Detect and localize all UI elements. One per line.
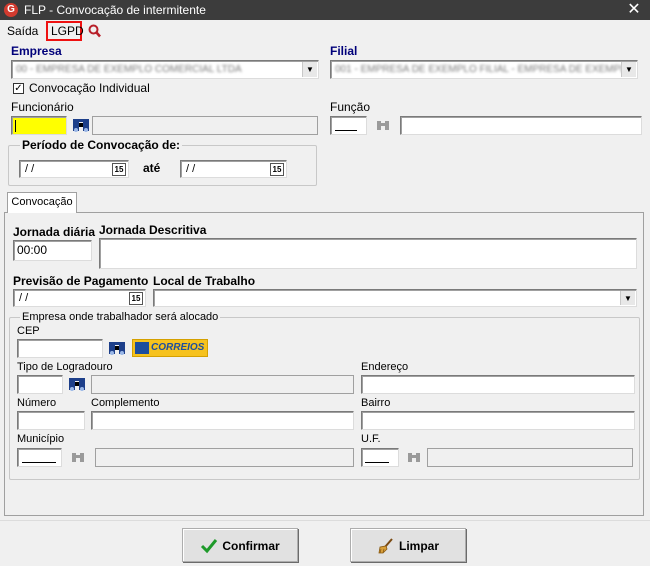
title-bar: G FLP - Convocação de intermitente ✕ [0, 0, 650, 20]
binoculars-icon[interactable] [68, 377, 86, 393]
chevron-down-icon[interactable]: ▼ [621, 62, 636, 77]
complemento-label: Complemento [91, 397, 160, 409]
menu-item-saida[interactable]: Saída [7, 24, 38, 38]
search-icon[interactable] [88, 24, 101, 38]
previsao-value: / / [19, 292, 29, 304]
filial-select[interactable]: 001 - EMPRESA DE EXEMPLO FILIAL - EMPRES… [330, 60, 638, 79]
limpar-button[interactable]: Limpar [350, 528, 466, 562]
calendar-icon[interactable]: 15 [129, 292, 143, 305]
text-cursor [15, 120, 16, 132]
correios-button[interactable]: CORREIOS [132, 339, 208, 357]
broom-icon [378, 538, 393, 554]
periodo-to-input[interactable]: / / 15 [180, 160, 287, 178]
jornada-diaria-input[interactable]: 00:00 [13, 240, 92, 261]
municipio-display [95, 448, 354, 467]
filial-label: Filial [330, 44, 358, 58]
limpar-label: Limpar [398, 538, 439, 553]
bairro-label: Bairro [361, 397, 391, 409]
window-title: FLP - Convocação de intermitente [24, 3, 206, 17]
chevron-down-icon[interactable]: ▼ [620, 291, 635, 305]
complemento-input[interactable] [91, 411, 354, 430]
app-logo-icon: G [4, 3, 18, 17]
binoculars-icon[interactable] [72, 118, 90, 134]
uf-code-input[interactable] [361, 448, 399, 467]
filial-value: 001 - EMPRESA DE EXEMPLO FILIAL - EMPRES… [335, 64, 634, 75]
tab-convocacao[interactable]: Convocação [7, 192, 77, 213]
cep-input[interactable] [17, 339, 103, 358]
check-icon [201, 538, 218, 554]
empresa-label: Empresa [11, 44, 62, 58]
correios-logo-icon [135, 342, 149, 354]
calendar-icon[interactable]: 15 [112, 163, 126, 176]
funcao-code-input[interactable] [330, 116, 367, 135]
previsao-label: Previsão de Pagamento [13, 274, 149, 288]
numero-label: Número [17, 397, 57, 409]
empresa-select[interactable]: 00 - EMPRESA DE EXEMPLO COMERCIAL LTDA ▼ [11, 60, 319, 79]
periodo-from-input[interactable]: / / 15 [19, 160, 129, 178]
bairro-input[interactable] [361, 411, 635, 430]
funcao-name-display [400, 116, 642, 135]
binoculars-icon[interactable] [108, 341, 126, 357]
periodo-ate-label: até [143, 161, 161, 175]
close-icon[interactable]: ✕ [624, 0, 644, 20]
correios-label: CORREIOS [151, 342, 205, 353]
funcao-label: Função [330, 100, 371, 114]
uf-display [427, 448, 633, 467]
funcionario-code-input[interactable] [11, 116, 67, 135]
tipo-logradouro-input[interactable] [17, 375, 63, 394]
jornada-diaria-value: 00:00 [17, 243, 48, 257]
endereco-input[interactable] [361, 375, 635, 394]
funcionario-name-display [92, 116, 318, 135]
bottom-bar [0, 520, 650, 566]
calendar-icon[interactable]: 15 [270, 163, 284, 176]
jornada-descritiva-label: Jornada Descritiva [99, 223, 207, 237]
municipio-label: Município [17, 433, 65, 445]
alocacao-title: Empresa onde trabalhador será alocado [20, 311, 221, 324]
chevron-down-icon[interactable]: ▼ [302, 62, 317, 77]
tipo-logradouro-display [91, 375, 354, 394]
previsao-input[interactable]: / / 15 [13, 289, 146, 307]
local-select[interactable]: ▼ [153, 289, 637, 307]
menu-item-lgpd[interactable]: LGPD [51, 24, 84, 38]
local-label: Local de Trabalho [153, 274, 256, 288]
convocacao-individual-checkbox[interactable]: ✓ [13, 83, 24, 94]
funcionario-label: Funcionário [11, 100, 74, 114]
tipo-logradouro-label: Tipo de Logradouro [17, 361, 113, 373]
confirmar-button[interactable]: Confirmar [182, 528, 298, 562]
periodo-title: Período de Convocação de: [20, 138, 183, 152]
binoculars-icon [408, 453, 420, 462]
jornada-diaria-label: Jornada diária [13, 225, 96, 239]
municipio-code-input[interactable] [17, 448, 62, 467]
numero-input[interactable] [17, 411, 85, 430]
uf-label: U.F. [361, 433, 381, 445]
cep-label: CEP [17, 325, 40, 337]
jornada-descritiva-input[interactable] [99, 238, 637, 269]
binoculars-icon [377, 121, 389, 130]
binoculars-icon [72, 453, 84, 462]
convocacao-individual-label: Convocação Individual [29, 81, 150, 95]
endereco-label: Endereço [361, 361, 409, 373]
confirmar-label: Confirmar [222, 538, 280, 553]
empresa-value: 00 - EMPRESA DE EXEMPLO COMERCIAL LTDA [16, 64, 242, 75]
